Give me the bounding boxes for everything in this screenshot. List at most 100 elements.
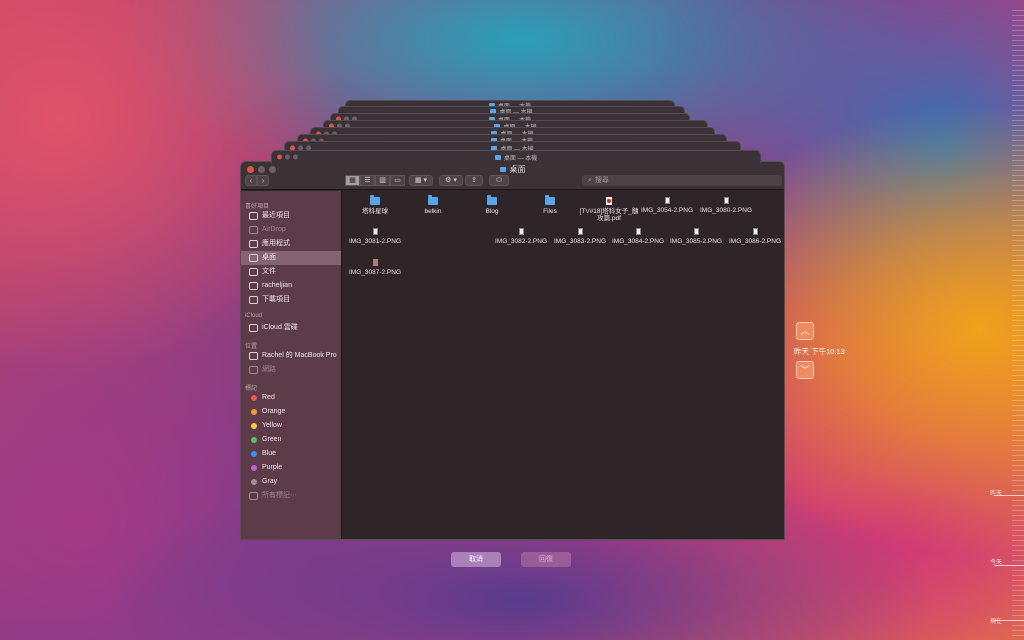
timeline-tick <box>1012 110 1024 111</box>
laptop-icon <box>249 352 258 360</box>
sidebar-item-label: Rachel 的 MacBook Pro <box>262 352 337 359</box>
timeline-tick <box>1012 325 1024 326</box>
file-item[interactable]: IMG_3087-2.PNG <box>344 259 406 276</box>
sidebar-item-favorites-6[interactable]: 下載項目 <box>241 293 341 307</box>
cancel-button[interactable]: 取消 <box>451 552 501 567</box>
file-item[interactable]: [TV#18]塔科女子_髓攻篇.pdf <box>578 197 640 222</box>
list-view-icon[interactable]: ☰ <box>360 175 375 186</box>
sidebar-item-favorites-5[interactable]: racheljian <box>241 279 341 293</box>
file-item[interactable]: IMG_3085-2.PNG <box>665 228 727 245</box>
column-view-icon[interactable]: ▥ <box>375 175 390 186</box>
timeline-tick <box>1012 330 1024 331</box>
icon-view-icon[interactable]: ▦ <box>345 175 360 186</box>
timeline-tick <box>1012 485 1024 486</box>
timeline-tick <box>1012 530 1024 531</box>
search-field[interactable]: ⌕ 搜尋 <box>582 175 782 186</box>
timeline-tick <box>1012 575 1024 576</box>
sidebar-item-favorites-4[interactable]: 文件 <box>241 265 341 279</box>
sidebar-item-locations-1[interactable]: 網路 <box>241 363 341 377</box>
timeline-label[interactable]: 昨天 <box>990 488 1002 497</box>
sidebar-item-locations-0[interactable]: Rachel 的 MacBook Pro <box>241 349 341 363</box>
sidebar-item-tags-1[interactable]: Orange <box>241 405 341 419</box>
file-item[interactable]: IMG_3080-2.PNG <box>695 197 757 214</box>
tag-button[interactable]: ⬭ <box>489 175 509 186</box>
file-name: Blog <box>485 208 499 215</box>
timeline-tick <box>1012 265 1024 266</box>
timeline-tick <box>1012 245 1024 246</box>
timeline-tick <box>1012 235 1024 236</box>
sidebar-section-icloud: iCloud <box>245 313 263 319</box>
sidebar-item-label: Yellow <box>262 422 282 429</box>
time-down-button[interactable]: ﹀ <box>796 361 814 379</box>
time-up-button[interactable]: ︿ <box>796 322 814 340</box>
image-file-icon <box>752 228 758 235</box>
timeline-tick <box>1012 15 1024 16</box>
timeline-tick <box>1012 75 1024 76</box>
sidebar-item-favorites-0[interactable]: 最近項目 <box>241 209 341 223</box>
timeline-tick <box>1012 610 1024 611</box>
airdrop-icon <box>249 226 258 234</box>
back-button[interactable]: ‹ <box>245 175 257 186</box>
timeline-tick <box>1012 590 1024 591</box>
sidebar-item-tags-4[interactable]: Blue <box>241 447 341 461</box>
sidebar-item-tags-0[interactable]: Red <box>241 391 341 405</box>
timeline-tick <box>1012 510 1024 511</box>
file-name: Files <box>543 208 557 215</box>
folder-icon <box>428 195 438 205</box>
folder-item[interactable]: belkin <box>402 195 464 215</box>
timeline-tick <box>1012 475 1024 476</box>
timeline-label[interactable]: 今天 <box>990 557 1002 566</box>
folder-item[interactable]: Files <box>519 195 581 215</box>
file-name: IMG_3082-2.PNG <box>494 238 548 245</box>
window-title: 桌面 <box>241 164 784 175</box>
timeline-tick <box>1012 180 1024 181</box>
sidebar-item-tags-5[interactable]: Purple <box>241 461 341 475</box>
timeline-tick <box>1012 515 1024 516</box>
timeline-tick <box>1012 545 1024 546</box>
sidebar-item-favorites-2[interactable]: 應用程式 <box>241 237 341 251</box>
sidebar-item-label: AirDrop <box>262 226 286 233</box>
sidebar-item-favorites-1[interactable]: AirDrop <box>241 223 341 237</box>
timeline-label[interactable]: 現在 <box>990 616 1002 625</box>
file-item[interactable]: IMG_3081-2.PNG <box>344 228 406 245</box>
file-item[interactable]: IMG_3083-2.PNG <box>549 228 611 245</box>
forward-button[interactable]: › <box>257 175 269 186</box>
nav-buttons: ‹ › <box>245 175 269 186</box>
sidebar-item-tags-6[interactable]: Gray <box>241 475 341 489</box>
file-item[interactable]: IMG_3084-2.PNG <box>607 228 669 245</box>
file-item[interactable]: IMG_3082-2.PNG <box>490 228 552 245</box>
sidebar-item-icloud-0[interactable]: iCloud 雲碟 <box>241 321 341 335</box>
sidebar-item-label: 下載項目 <box>262 296 290 303</box>
tag-dot-icon <box>251 479 257 485</box>
sidebar-item-favorites-3[interactable]: 桌面 <box>241 251 341 265</box>
file-item[interactable]: IMG_3054-2.PNG <box>636 197 698 214</box>
gallery-view-icon[interactable]: ▭ <box>390 175 405 186</box>
sidebar-item-tags-all[interactable]: 所有標記⋯ <box>241 489 341 503</box>
folder-icon <box>499 167 506 172</box>
timeline-tick <box>1012 550 1024 551</box>
sidebar: 喜好項目 最近項目 AirDrop 應用程式 桌面 文件 racheljian 下載項目 iCl… <box>241 191 342 539</box>
sidebar-item-tags-2[interactable]: Yellow <box>241 419 341 433</box>
group-button[interactable]: ▦ ▾ <box>409 175 433 186</box>
folder-icon <box>370 195 380 205</box>
timeline-tick <box>1012 20 1024 21</box>
folder-item[interactable]: 塔科星球 <box>344 195 406 215</box>
restore-button[interactable]: 回復 <box>521 552 571 567</box>
action-gear-button[interactable]: ⚙ ▾ <box>439 175 463 186</box>
timeline-tick <box>1012 380 1024 381</box>
sidebar-item-tags-3[interactable]: Green <box>241 433 341 447</box>
timeline-tick <box>1012 580 1024 581</box>
share-button[interactable]: ⇪ <box>465 175 483 186</box>
timeline-tick <box>1012 70 1024 71</box>
timeline-tick <box>1012 540 1024 541</box>
timeline-tick <box>1012 285 1024 286</box>
file-item[interactable]: IMG_3086-2.PNG <box>724 228 784 245</box>
timeline-tick <box>1012 390 1024 391</box>
timeline-tick <box>1012 370 1024 371</box>
time-machine-timeline[interactable]: 昨天 今天 現在 <box>990 0 1024 640</box>
timeline-tick <box>1012 465 1024 466</box>
file-name: IMG_3080-2.PNG <box>699 207 753 214</box>
timeline-tick <box>1012 230 1024 231</box>
folder-item[interactable]: Blog <box>461 195 523 215</box>
timeline-tick <box>1012 425 1024 426</box>
